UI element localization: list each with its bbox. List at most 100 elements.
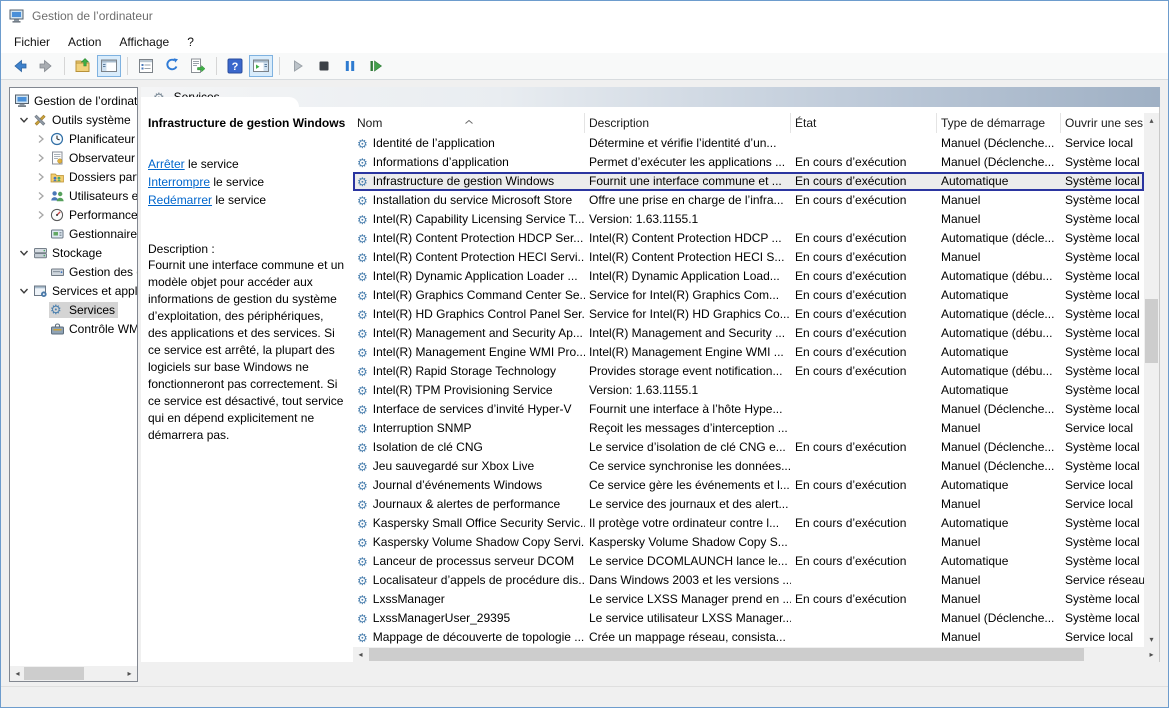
service-row[interactable]: ⚙Intel(R) Management Engine WMI Pro...In… [353, 343, 1144, 362]
scroll-down-icon[interactable]: ▾ [1144, 632, 1159, 647]
tree-item-planificateur[interactable]: Planificateur [10, 129, 137, 148]
column-header-type-de-d-marrage[interactable]: Type de démarrage [937, 113, 1061, 133]
service-link-line: Interrompre le service [148, 173, 345, 191]
menu-fichier[interactable]: Fichier [5, 33, 59, 51]
interrompre-service-link[interactable]: Interrompre [148, 175, 210, 189]
tree-horizontal-scrollbar[interactable]: ◂ ▸ [10, 666, 137, 681]
console-tree-icon[interactable] [97, 55, 121, 77]
service-row[interactable]: ⚙Intel(R) Graphics Command Center Se...S… [353, 286, 1144, 305]
tree-item-observateur[interactable]: Observateur [10, 148, 137, 167]
tree-item-outils-syst-me[interactable]: Outils système [10, 110, 137, 129]
menu-affichage[interactable]: Affichage [110, 33, 178, 51]
stop-service-icon[interactable] [312, 55, 336, 77]
column-header--tat[interactable]: État [791, 113, 937, 133]
scrollbar-thumb[interactable] [369, 648, 1084, 661]
service-logon-as: Système local [1061, 267, 1144, 286]
tree-item-contr-le-wm[interactable]: Contrôle WM [10, 319, 137, 338]
list-horizontal-scrollbar[interactable]: ◂ ▸ [353, 647, 1159, 662]
chevron-down-icon[interactable] [16, 115, 32, 125]
tree-item-gestion-de-l-ordinate[interactable]: Gestion de l’ordinate [10, 91, 137, 110]
chevron-right-icon[interactable] [33, 191, 49, 201]
restart-service-icon[interactable] [364, 55, 388, 77]
service-logon-as: Service local [1061, 134, 1144, 153]
column-header-ouvrir-une-ses[interactable]: Ouvrir une ses [1061, 113, 1147, 133]
scrollbar-thumb[interactable] [24, 667, 84, 680]
service-row[interactable]: ⚙LxssManagerLe service LXSS Manager pren… [353, 590, 1144, 609]
service-row[interactable]: ⚙Infrastructure de gestion WindowsFourni… [353, 172, 1144, 191]
scroll-up-icon[interactable]: ▴ [1144, 113, 1159, 128]
redmarrer-service-link[interactable]: Redémarrer [148, 193, 212, 207]
chevron-right-icon[interactable] [33, 134, 49, 144]
service-name-text: Journaux & alertes de performance [373, 495, 560, 514]
list-vertical-scrollbar[interactable]: ▴ ▾ [1144, 113, 1159, 647]
chevron-down-icon[interactable] [16, 248, 32, 258]
service-row[interactable]: ⚙Interruption SNMPReçoit les messages d’… [353, 419, 1144, 438]
refresh-icon[interactable] [160, 55, 184, 77]
column-header-nom[interactable]: Nom [353, 113, 585, 133]
service-row[interactable]: ⚙Journaux & alertes de performanceLe ser… [353, 495, 1144, 514]
service-row[interactable]: ⚙Kaspersky Small Office Security Servic.… [353, 514, 1144, 533]
export-list-icon[interactable] [186, 55, 210, 77]
tree-item-gestionnaire[interactable]: Gestionnaire [10, 224, 137, 243]
tree-item-gestion-des-d[interactable]: Gestion des d [10, 262, 137, 281]
start-service-icon[interactable] [286, 55, 310, 77]
chevron-right-icon[interactable] [33, 172, 49, 182]
service-row[interactable]: ⚙Localisateur d’appels de procédure dis.… [353, 571, 1144, 590]
service-row[interactable]: ⚙Intel(R) Capability Licensing Service T… [353, 210, 1144, 229]
tree-item-label: Outils système [52, 113, 131, 127]
service-row[interactable]: ⚙LxssManagerUser_29395Le service utilisa… [353, 609, 1144, 628]
scroll-left-icon[interactable]: ◂ [353, 647, 368, 662]
service-row[interactable]: ⚙Kaspersky Volume Shadow Copy Servi...Ka… [353, 533, 1144, 552]
service-row[interactable]: ⚙Intel(R) Content Protection HDCP Ser...… [353, 229, 1144, 248]
action-pane-icon[interactable] [249, 55, 273, 77]
tab-label: Étendu [143, 662, 175, 682]
service-row[interactable]: ⚙Identité de l’applicationDétermine et v… [353, 134, 1144, 153]
arrter-service-link[interactable]: Arrêter [148, 157, 185, 171]
service-row[interactable]: ⚙Jeu sauvegardé sur Xbox LiveCe service … [353, 457, 1144, 476]
pause-service-icon[interactable] [338, 55, 362, 77]
up-level-icon[interactable] [71, 55, 95, 77]
forward-icon[interactable] [34, 55, 58, 77]
service-row[interactable]: ⚙Informations d’applicationPermet d’exéc… [353, 153, 1144, 172]
service-row[interactable]: ⚙Lanceur de processus serveur DCOMLe ser… [353, 552, 1144, 571]
service-row[interactable]: ⚙Intel(R) Dynamic Application Loader ...… [353, 267, 1144, 286]
column-header-description[interactable]: Description [585, 113, 791, 133]
service-row[interactable]: ⚙Intel(R) Management and Security Ap...I… [353, 324, 1144, 343]
service-name: ⚙Informations d’application [353, 153, 585, 172]
service-row[interactable]: ⚙Intel(R) TPM Provisioning ServiceVersio… [353, 381, 1144, 400]
tree-item-stockage[interactable]: Stockage [10, 243, 137, 262]
service-logon-as: Système local [1061, 343, 1144, 362]
service-name: ⚙Intel(R) Dynamic Application Loader ... [353, 267, 585, 286]
back-icon[interactable] [8, 55, 32, 77]
tree-item-services[interactable]: ⚙Services [10, 300, 137, 319]
chevron-down-icon[interactable] [16, 286, 32, 296]
properties-icon[interactable] [134, 55, 158, 77]
service-row[interactable]: ⚙Intel(R) Content Protection HECI Servi.… [353, 248, 1144, 267]
chevron-right-icon[interactable] [33, 153, 49, 163]
help-icon[interactable]: ? [223, 55, 247, 77]
service-row[interactable]: ⚙Interface de services d’invité Hyper-VF… [353, 400, 1144, 419]
tree-item-services-et-applic[interactable]: Services et applic [10, 281, 137, 300]
tree-item-dossiers-part[interactable]: Dossiers part [10, 167, 137, 186]
service-name: ⚙Kaspersky Volume Shadow Copy Servi... [353, 533, 585, 552]
scroll-left-icon[interactable]: ◂ [10, 666, 25, 681]
tree-item-label: Performance [69, 208, 137, 222]
scroll-right-icon[interactable]: ▸ [1144, 647, 1159, 662]
service-row[interactable]: ⚙Intel(R) HD Graphics Control Panel Ser.… [353, 305, 1144, 324]
menu-action[interactable]: Action [59, 33, 110, 51]
service-description: Intel(R) Content Protection HECI S... [585, 248, 791, 267]
toolbar-separator [64, 57, 65, 75]
tree-item-performance[interactable]: Performance [10, 205, 137, 224]
chevron-right-icon[interactable] [33, 210, 49, 220]
tree-item-utilisateurs-e[interactable]: Utilisateurs e [10, 186, 137, 205]
menu-aide[interactable]: ? [178, 33, 203, 51]
service-row[interactable]: ⚙Intel(R) Rapid Storage TechnologyProvid… [353, 362, 1144, 381]
service-row[interactable]: ⚙Isolation de clé CNGLe service d’isolat… [353, 438, 1144, 457]
scroll-right-icon[interactable]: ▸ [122, 666, 137, 681]
service-description: Le service LXSS Manager prend en ... [585, 590, 791, 609]
service-row[interactable]: ⚙Mappage de découverte de topologie ...C… [353, 628, 1144, 647]
service-row[interactable]: ⚙Installation du service Microsoft Store… [353, 191, 1144, 210]
scrollbar-thumb[interactable] [1145, 299, 1158, 363]
service-name: ⚙Lanceur de processus serveur DCOM [353, 552, 585, 571]
service-row[interactable]: ⚙Journal d’événements WindowsCe service … [353, 476, 1144, 495]
